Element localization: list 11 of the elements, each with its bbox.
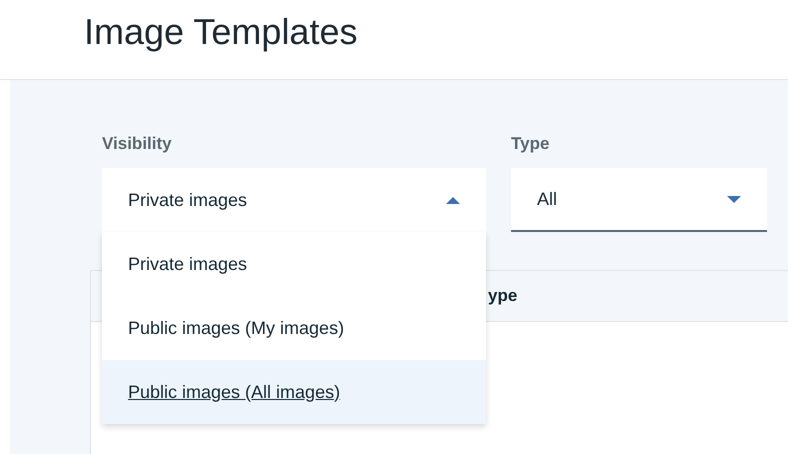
dropdown[interactable]: Private images xyxy=(102,168,486,232)
filter-label: Type xyxy=(511,133,550,155)
page-title: Image Templates xyxy=(84,10,358,54)
caret-down-icon xyxy=(727,196,741,202)
menu-item[interactable]: Private images xyxy=(102,232,486,296)
caret-up-icon xyxy=(446,196,460,204)
filter-label: Visibility xyxy=(102,133,173,155)
column-header: ype xyxy=(488,285,518,308)
dropdown[interactable]: All xyxy=(511,168,767,232)
menu-item[interactable]: Public images (All images) xyxy=(102,360,486,424)
menu-item[interactable]: Public images (My images) xyxy=(102,296,486,360)
